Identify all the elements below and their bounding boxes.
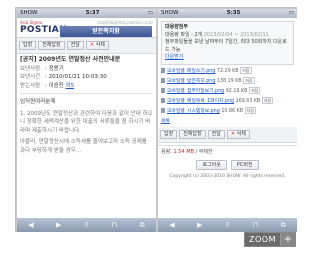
usage-footer: 용량: 1.54 MB / 무제한 <box>158 144 297 157</box>
file-link[interactable]: 모바일웹_메일목록_1페이지.png <box>167 99 234 104</box>
clock: 5:35 <box>226 10 241 16</box>
file-size: 169.65 KB <box>235 98 261 104</box>
attachment-count: 대용량 파일 : 2개 <box>165 31 203 38</box>
browser-toolbar: ◀ ▶ ⇪ ⊓ ⧉ <box>158 218 297 232</box>
from-label: 보낸사람 <box>20 65 41 72</box>
to-label: 받는사람 <box>20 82 41 89</box>
battery-icon: ▭ <box>147 10 153 16</box>
reply-button[interactable]: 답장 <box>160 129 178 139</box>
bookmarks-icon[interactable]: ⊓ <box>247 221 263 229</box>
body-greeting: 임직원여러분께 <box>20 99 56 105</box>
file-size: 92.19 KB <box>225 88 248 94</box>
attachment-title: 대용량첨부 <box>165 24 189 30</box>
back-arrow-icon[interactable]: ◀ <box>164 221 180 229</box>
large-attachment-box: 대용량첨부 대용량 파일 : 2개 2013/02/04 ~ 2013/02/1… <box>161 21 294 65</box>
file-link[interactable]: 모바일웹_받은쪽지.png <box>167 79 215 84</box>
bookmarks-icon[interactable]: ⊓ <box>106 221 122 229</box>
file-size: 138.19 KB <box>216 78 242 84</box>
copyright: Copyright (c) 2003-2010 SHOW. All rights… <box>169 173 286 179</box>
delete-label: 삭제 <box>236 130 246 137</box>
file-icon <box>161 97 165 103</box>
reply-button[interactable]: 답장 <box>19 41 37 50</box>
file-size: 10.86 KB <box>221 108 244 114</box>
reply-all-button[interactable]: 전체답장 <box>179 129 206 139</box>
share-icon[interactable]: ⇪ <box>219 221 235 229</box>
usage-value: 1.54 MB <box>173 148 194 155</box>
zoom-plus-icon[interactable]: + <box>280 233 295 246</box>
body-paragraph: 1. 2009년도 연말정산과 관련하여 다음과 같이 안내 하오니 정확한 세… <box>20 110 153 134</box>
logout-button[interactable]: 로그아웃 <box>196 159 227 170</box>
forward-button[interactable]: 전달 <box>66 41 84 50</box>
user-email: shom56@mbs.postian.co.kr <box>97 20 153 25</box>
save-button[interactable]: 저장 <box>240 66 252 74</box>
zoom-button[interactable]: ZOOM + <box>244 232 296 247</box>
delete-button[interactable]: ✕ 삭제 <box>85 41 109 50</box>
file-icon <box>161 87 165 93</box>
quota-value: 무제한 <box>198 148 213 155</box>
file-link[interactable]: 모바일웹_시스템정보.png <box>167 109 220 114</box>
browser-toolbar: ◀ ▶ ⇪ ⊓ ⧉ <box>17 218 156 232</box>
file-link[interactable]: 모바일웹_첨부파일보기.png <box>167 89 224 94</box>
share-icon[interactable]: ⇪ <box>78 221 94 229</box>
file-item: 모바일웹_받은쪽지.png 138.19 KB 저장 <box>158 76 297 87</box>
delete-icon: ✕ <box>230 130 236 137</box>
file-item: 모바일웹_첨부파일보기.png 92.19 KB 저장 <box>158 86 297 97</box>
file-link[interactable]: 모바일웹_메일쓰기.png <box>167 69 215 74</box>
mailbox-title[interactable]: 받은쪽지함 <box>60 26 152 37</box>
body-paragraph: 아울러, 연말정산시에 소득세를 줄여보고자 소득 공제를 과다 부당하게 받을… <box>20 139 147 154</box>
to-value: 이승진 <box>48 82 64 89</box>
file-item: 모바일웹_메일목록_1페이지.png 169.65 KB 저장 <box>158 96 297 107</box>
message-meta: [공지] 2009년도 연말정산 사전안내문 보낸사람: 정용기 보낸시간: 2… <box>17 54 156 92</box>
attachment-date: 2013/02/04 ~ 2013/02/11 <box>203 31 269 38</box>
file-icon <box>161 107 165 113</box>
carrier-label: SHOW <box>20 10 38 16</box>
date-label: 보낸시간 <box>20 74 41 80</box>
message-subject: [공지] 2009년도 연말정산 사전안내문 <box>20 56 121 63</box>
phone-screen-left: SHOW 5:37 ▭ Asia Sigma POSTIAN shom56@mb… <box>17 9 156 232</box>
carrier-label: SHOW <box>161 10 179 16</box>
battery-icon: ▭ <box>288 10 294 16</box>
delete-button[interactable]: ✕ 삭제 <box>226 129 250 139</box>
screenshot-frame: SHOW 5:37 ▭ Asia Sigma POSTIAN shom56@mb… <box>15 7 297 232</box>
to-more-link[interactable]: 외5 <box>66 83 75 89</box>
file-item: 모바일웹_시스템정보.png 10.86 KB 저장 <box>158 106 297 117</box>
clock: 5:37 <box>85 10 100 16</box>
tabs-icon[interactable]: ⧉ <box>275 221 291 230</box>
back-arrow-icon[interactable]: ◀ <box>23 221 39 229</box>
action-button-row: 답장 전체답장 전달 ✕ 삭제 <box>17 38 156 54</box>
file-size: 72.29 KB <box>216 68 239 74</box>
app-header: Asia Sigma POSTIAN shom56@mbs.postian.co… <box>17 18 156 38</box>
forward-arrow-icon[interactable]: ▶ <box>51 221 67 229</box>
save-button[interactable]: 저장 <box>243 76 255 84</box>
status-bar: SHOW 5:35 ▭ <box>158 9 297 18</box>
file-icon <box>161 77 165 83</box>
from-value: 정용기 <box>48 65 64 72</box>
save-button[interactable]: 저장 <box>244 106 256 114</box>
attachment-note: 첨부파일들을 보낸 날짜부터 7일간, 최대 50회까지 다운로드 가능 <box>165 39 287 53</box>
login-buttons: 로그아웃 PC버전 <box>158 159 297 170</box>
list-link[interactable]: 목록 <box>161 119 170 124</box>
tabs-icon[interactable]: ⧉ <box>134 221 150 230</box>
delete-label: 삭제 <box>95 42 105 48</box>
date-value: 2010/01/21 10:03:30 <box>48 74 107 80</box>
reply-all-button[interactable]: 전체답장 <box>38 41 65 50</box>
pc-version-button[interactable]: PC버전 <box>230 159 259 170</box>
usage-label: 용량 <box>161 148 171 155</box>
forward-arrow-icon[interactable]: ▶ <box>192 221 208 229</box>
action-button-row: 답장 전체답장 전달 ✕ 삭제 <box>158 126 297 143</box>
file-item: 모바일웹_메일쓰기.png 72.29 KB 저장 <box>158 66 297 77</box>
save-button[interactable]: 저장 <box>261 96 274 104</box>
status-bar: SHOW 5:37 ▭ <box>17 9 156 18</box>
delete-icon: ✕ <box>89 42 95 48</box>
phone-screen-right: SHOW 5:35 ▭ 대용량첨부 대용량 파일 : 2개 2013/02/04… <box>158 9 297 232</box>
zoom-label: ZOOM <box>245 233 281 246</box>
message-body: 임직원여러분께 1. 2009년도 연말정산과 관련하여 다음과 같이 안내 하… <box>17 95 156 161</box>
file-icon <box>161 67 165 73</box>
download-link[interactable]: 다운받기 <box>165 54 183 60</box>
file-list: 모바일웹_메일쓰기.png 72.29 KB 저장 모바일웹_받은쪽지.png … <box>158 66 297 127</box>
divider <box>20 93 153 94</box>
save-button[interactable]: 저장 <box>248 86 261 94</box>
forward-button[interactable]: 전달 <box>207 129 225 139</box>
